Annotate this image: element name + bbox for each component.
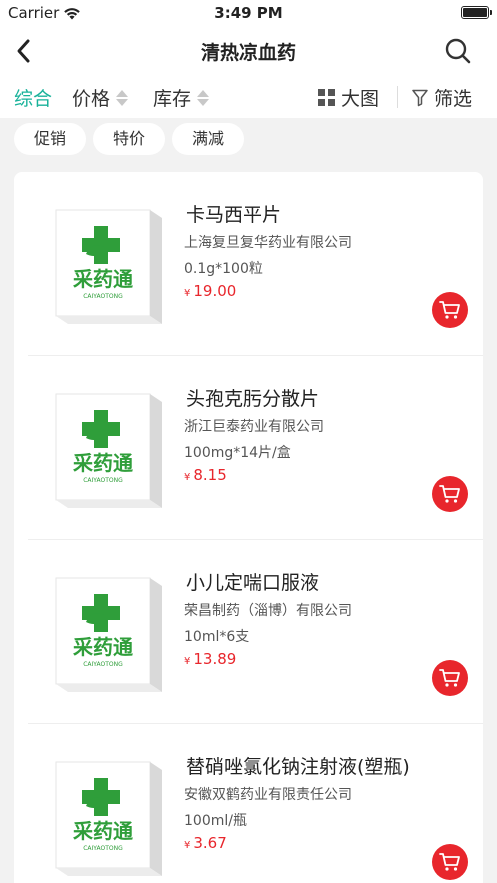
sort-comprehensive-label: 综合: [14, 88, 53, 110]
status-bar: Carrier 3:49 PM: [0, 0, 497, 26]
nav-bar: 清热凉血药: [0, 26, 497, 76]
logo-brand-en: CAIYAOTONG: [83, 477, 123, 484]
page-title: 清热凉血药: [200, 42, 296, 64]
currency-symbol: ¥: [184, 472, 191, 483]
battery-icon: [461, 6, 492, 19]
filter-button[interactable]: 筛选: [412, 84, 472, 111]
product-item[interactable]: 采药通 CAIYAOTONG 头孢克肟分散片 浙江巨泰药业有限公司 100mg*…: [14, 356, 483, 540]
product-spec: 0.1g*100粒: [184, 261, 263, 277]
divider: [397, 86, 398, 108]
product-image: 采药通 CAIYAOTONG: [55, 393, 162, 508]
product-manufacturer: 上海复旦复华药业有限公司: [184, 235, 352, 251]
currency-symbol: ¥: [184, 288, 191, 299]
add-to-cart-button[interactable]: [432, 660, 468, 696]
product-item[interactable]: 采药通 CAIYAOTONG 小儿定喘口服液 荣昌制药（淄博）有限公司 10ml…: [14, 540, 483, 724]
product-image: 采药通 CAIYAOTONG: [55, 209, 162, 324]
product-manufacturer: 浙江巨泰药业有限公司: [184, 419, 324, 435]
currency-symbol: ¥: [184, 656, 191, 667]
logo-brand-text: 采药通: [73, 451, 133, 475]
sort-price-label: 价格: [72, 88, 111, 110]
cart-icon: [439, 853, 460, 871]
product-manufacturer: 安徽双鹤药业有限责任公司: [184, 787, 352, 803]
logo-brand-text: 采药通: [73, 635, 133, 659]
sort-comprehensive[interactable]: 综合: [14, 84, 52, 111]
product-image: 采药通 CAIYAOTONG: [55, 761, 162, 876]
logo-brand-en: CAIYAOTONG: [83, 293, 123, 300]
product-list: 采药通 CAIYAOTONG 卡马西平片 上海复旦复华药业有限公司 0.1g*1…: [14, 172, 483, 883]
product-name: 卡马西平片: [186, 204, 282, 226]
product-item[interactable]: 采药通 CAIYAOTONG 卡马西平片 上海复旦复华药业有限公司 0.1g*1…: [14, 172, 483, 356]
tag-special-price[interactable]: 特价: [93, 123, 165, 155]
cart-icon: [439, 669, 460, 687]
back-button[interactable]: [10, 36, 40, 66]
sort-arrows-icon: [116, 88, 129, 108]
product-name: 头孢克肟分散片: [186, 388, 320, 410]
price-value: 8.15: [193, 466, 227, 484]
sort-stock[interactable]: 库存: [153, 84, 210, 111]
logo-brand-text: 采药通: [73, 819, 133, 843]
add-to-cart-button[interactable]: [432, 844, 468, 880]
product-price: ¥13.89: [184, 650, 236, 668]
logo-brand-en: CAIYAOTONG: [83, 845, 123, 852]
chevron-left-icon: [17, 39, 30, 63]
view-toggle-button[interactable]: 大图: [318, 84, 379, 111]
logo-brand-en: CAIYAOTONG: [83, 661, 123, 668]
tag-chips: 促销 特价 满减: [0, 118, 497, 162]
cart-icon: [439, 485, 460, 503]
product-spec: 100mg*14片/盒: [184, 445, 291, 461]
product-item[interactable]: 采药通 CAIYAOTONG 替硝唑氯化钠注射液(塑瓶) 安徽双鹤药业有限责任公…: [14, 724, 483, 883]
add-to-cart-button[interactable]: [432, 292, 468, 328]
product-price: ¥19.00: [184, 282, 236, 300]
search-button[interactable]: [443, 36, 473, 66]
product-name: 小儿定喘口服液: [186, 572, 320, 594]
cart-icon: [439, 301, 460, 319]
price-value: 13.89: [193, 650, 237, 668]
sort-arrows-icon: [197, 88, 210, 108]
price-value: 3.67: [193, 834, 227, 852]
sort-stock-label: 库存: [153, 88, 192, 110]
view-toggle-label: 大图: [341, 88, 380, 110]
currency-symbol: ¥: [184, 840, 191, 851]
status-time: 3:49 PM: [214, 4, 283, 22]
product-price: ¥8.15: [184, 466, 227, 484]
tag-promotion[interactable]: 促销: [14, 123, 86, 155]
tag-discount[interactable]: 满减: [172, 123, 244, 155]
logo-brand-text: 采药通: [73, 267, 133, 291]
search-icon: [445, 38, 471, 64]
filter-label: 筛选: [434, 88, 473, 110]
product-spec: 10ml*6支: [184, 629, 250, 645]
sort-price[interactable]: 价格: [72, 84, 129, 111]
add-to-cart-button[interactable]: [432, 476, 468, 512]
product-price: ¥3.67: [184, 834, 227, 852]
product-manufacturer: 荣昌制药（淄博）有限公司: [184, 603, 352, 619]
product-spec: 100ml/瓶: [184, 813, 247, 829]
product-image: 采药通 CAIYAOTONG: [55, 577, 162, 692]
product-name: 替硝唑氯化钠注射液(塑瓶): [186, 756, 410, 778]
grid-icon: [318, 89, 335, 106]
sort-filter-bar: 综合 价格 库存 大图 筛选: [0, 76, 497, 118]
price-value: 19.00: [193, 282, 237, 300]
funnel-icon: [412, 89, 428, 106]
